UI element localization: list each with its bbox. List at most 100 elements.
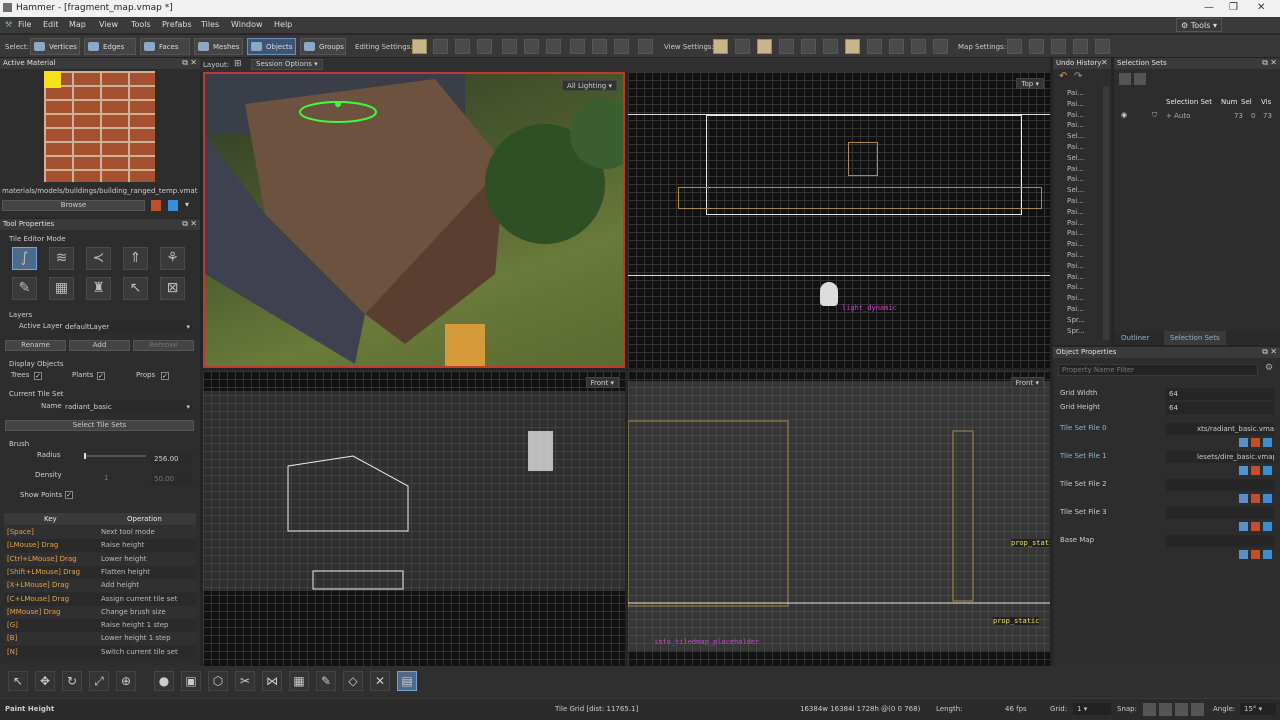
light-bulb-icon[interactable] <box>820 282 838 306</box>
close-panel-icon[interactable]: ✕ <box>1270 58 1277 67</box>
property-value[interactable] <box>1166 479 1274 491</box>
tab-selection-sets[interactable]: Selection Sets <box>1164 331 1226 345</box>
menu-file[interactable]: File <box>18 20 31 29</box>
tile-editor-icon[interactable]: ▤ <box>397 671 417 691</box>
snap-icon[interactable] <box>1143 703 1156 716</box>
vertices-button[interactable]: Vertices <box>30 38 80 55</box>
top-viewport[interactable]: light_dynamic Top ▾ <box>628 72 1050 368</box>
meshes-button[interactable]: Meshes <box>194 38 243 55</box>
float-icon[interactable]: ⧉ <box>182 58 188 68</box>
undo-history-item[interactable]: Pai... <box>1067 165 1084 173</box>
material-icon[interactable] <box>151 200 161 211</box>
edit-setting-icon[interactable] <box>455 39 470 54</box>
view-setting-icon[interactable] <box>779 39 794 54</box>
redo-icon[interactable]: ↷ <box>1074 71 1082 82</box>
file-action-icon[interactable] <box>1251 550 1260 559</box>
minimize-icon[interactable]: — <box>1204 2 1214 13</box>
undo-history-item[interactable]: Spr... <box>1067 327 1085 335</box>
trees-checkbox[interactable]: ✓ <box>34 372 42 380</box>
entity-icon[interactable]: ● <box>154 671 174 691</box>
snap-icon[interactable] <box>1191 703 1204 716</box>
undo-history-item[interactable]: Pai... <box>1067 262 1084 270</box>
perspective-viewport[interactable]: All Lighting ▾ <box>203 72 625 368</box>
front-viewport-right[interactable]: prop_static prop_static info_tiledmap_pl… <box>628 371 1050 666</box>
edit-setting-icon[interactable] <box>592 39 607 54</box>
radius-input[interactable]: 256.00 <box>151 453 193 465</box>
tile-set-select[interactable]: radiant_basic ▾ <box>63 401 193 413</box>
pivot-icon[interactable]: ⊕ <box>116 671 136 691</box>
remove-button[interactable]: Remove <box>133 340 194 351</box>
water-tool-icon[interactable]: ≋ <box>49 247 74 270</box>
eye-icon[interactable]: ◉ <box>1121 111 1127 119</box>
undo-history-item[interactable]: Pai... <box>1067 305 1084 313</box>
add-button[interactable]: Add <box>69 340 130 351</box>
tools-dropdown[interactable]: ⚙ Tools ▾ <box>1176 18 1222 32</box>
close-panel-icon[interactable]: ✕ <box>190 219 197 228</box>
menu-map[interactable]: Map <box>69 20 86 29</box>
edges-button[interactable]: Edges <box>84 38 136 55</box>
rotate-icon[interactable]: ↻ <box>62 671 82 691</box>
edit-setting-icon[interactable] <box>614 39 629 54</box>
view-setting-icon[interactable] <box>933 39 948 54</box>
file-action-icon[interactable] <box>1251 438 1260 447</box>
file-action-icon[interactable] <box>1263 550 1272 559</box>
vertex-icon[interactable]: ⋈ <box>262 671 282 691</box>
map-setting-icon[interactable] <box>1029 39 1044 54</box>
density-input[interactable]: 50.00 <box>151 473 193 485</box>
move-icon[interactable]: ✥ <box>35 671 55 691</box>
float-icon[interactable]: ⧉ <box>1262 347 1268 357</box>
brush-icon[interactable]: ✎ <box>316 671 336 691</box>
undo-history-item[interactable]: Pai... <box>1067 294 1084 302</box>
view-setting-icon[interactable] <box>757 39 772 54</box>
path-icon[interactable]: ✕ <box>370 671 390 691</box>
texture-icon[interactable]: ▦ <box>289 671 309 691</box>
property-value[interactable] <box>1166 507 1274 519</box>
float-icon[interactable]: ⧉ <box>1262 58 1268 68</box>
add-to-set-icon[interactable] <box>1134 73 1146 85</box>
undo-history-item[interactable]: Pai... <box>1067 229 1084 237</box>
undo-history-item[interactable]: Pai... <box>1067 219 1084 227</box>
close-icon[interactable]: ✕ <box>1257 2 1265 13</box>
menu-tools[interactable]: Tools <box>131 20 151 29</box>
front-view-dropdown-left[interactable]: Front ▾ <box>585 377 619 388</box>
close-panel-icon[interactable]: ✕ <box>1101 58 1108 67</box>
edit-setting-icon[interactable] <box>546 39 561 54</box>
menu-tiles[interactable]: Tiles <box>201 20 219 29</box>
scale-icon[interactable]: ⤢ <box>89 671 109 691</box>
undo-history-item[interactable]: Pai... <box>1067 273 1084 281</box>
file-action-icon[interactable] <box>1239 466 1248 475</box>
selection-set-name[interactable]: + Auto <box>1166 112 1190 120</box>
edit-setting-icon[interactable] <box>502 39 517 54</box>
property-value[interactable]: 64 <box>1166 402 1274 414</box>
file-action-icon[interactable] <box>1251 466 1260 475</box>
top-view-dropdown[interactable]: Top ▾ <box>1016 78 1044 89</box>
undo-icon[interactable]: ↶ <box>1059 71 1067 82</box>
undo-history-item[interactable]: Pai... <box>1067 143 1084 151</box>
snap-icon[interactable] <box>1175 703 1188 716</box>
session-options-dropdown[interactable]: Session Options ▾ <box>251 59 323 70</box>
snap-icon[interactable] <box>1159 703 1172 716</box>
browse-button[interactable]: Browse <box>2 200 145 211</box>
decal-icon[interactable]: ◇ <box>343 671 363 691</box>
file-action-icon[interactable] <box>1251 494 1260 503</box>
view-setting-icon[interactable] <box>911 39 926 54</box>
property-value[interactable]: 64 <box>1166 388 1274 400</box>
rename-button[interactable]: Rename <box>5 340 66 351</box>
gear-icon[interactable]: ⚙ <box>1265 363 1273 373</box>
undo-history-item[interactable]: Pai... <box>1067 197 1084 205</box>
undo-history-item[interactable]: Pai... <box>1067 121 1084 129</box>
groups-button[interactable]: Groups <box>300 38 346 55</box>
select-tile-sets-button[interactable]: Select Tile Sets <box>5 420 194 431</box>
undo-history-item[interactable]: Sel... <box>1067 154 1084 162</box>
grid-select[interactable]: 1 ▾ <box>1073 703 1111 715</box>
front-view-dropdown-right[interactable]: Front ▾ <box>1010 377 1044 388</box>
file-action-icon[interactable] <box>1239 438 1248 447</box>
file-action-icon[interactable] <box>1263 494 1272 503</box>
props-checkbox[interactable]: ✓ <box>161 372 169 380</box>
view-setting-icon[interactable] <box>735 39 750 54</box>
file-action-icon[interactable] <box>1239 522 1248 531</box>
lock-icon[interactable]: ⛉ <box>1152 111 1157 120</box>
file-action-icon[interactable] <box>1263 438 1272 447</box>
file-action-icon[interactable] <box>1251 522 1260 531</box>
angle-select[interactable]: 15° ▾ <box>1240 703 1276 715</box>
